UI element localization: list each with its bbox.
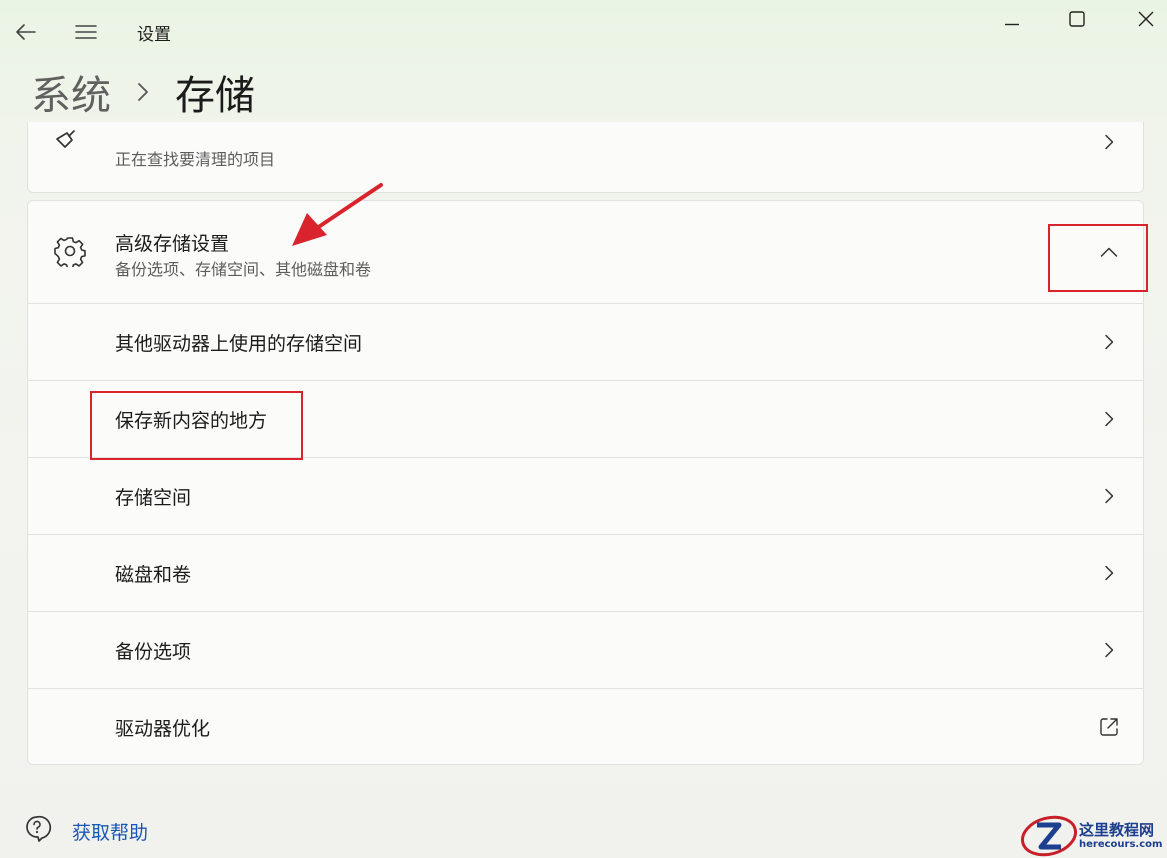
app-title: 设置 bbox=[137, 25, 171, 45]
advanced-storage-group: 高级存储设置 备份选项、存储空间、其他磁盘和卷 其他驱动器上使用的存储空间 保存… bbox=[27, 200, 1144, 765]
chevron-right-icon bbox=[1100, 484, 1118, 508]
back-button[interactable] bbox=[10, 16, 42, 48]
close-icon bbox=[1138, 11, 1154, 27]
list-item-other-drives-storage[interactable]: 其他驱动器上使用的存储空间 bbox=[28, 304, 1143, 381]
get-help-label: 获取帮助 bbox=[72, 821, 149, 844]
advanced-storage-title: 高级存储设置 bbox=[115, 233, 230, 255]
maximize-button[interactable] bbox=[1055, 4, 1099, 34]
chevron-right-icon bbox=[1100, 561, 1118, 585]
close-button[interactable] bbox=[1124, 4, 1167, 34]
get-help-link[interactable]: 获取帮助 bbox=[24, 814, 148, 848]
advanced-storage-subtitle: 备份选项、存储空间、其他磁盘和卷 bbox=[115, 260, 372, 279]
chevron-right-icon bbox=[1100, 638, 1118, 662]
watermark-logo-icon bbox=[1021, 815, 1077, 857]
gear-icon bbox=[54, 235, 86, 271]
title-bar: 设置 bbox=[0, 0, 1167, 60]
page-title: 存储 bbox=[175, 73, 255, 119]
list-item-label: 磁盘和卷 bbox=[115, 563, 192, 586]
list-item-label: 其他驱动器上使用的存储空间 bbox=[115, 332, 363, 355]
watermark-url: herecours.com bbox=[1079, 839, 1163, 850]
chevron-right-icon bbox=[1100, 407, 1118, 431]
minimize-button[interactable] bbox=[990, 4, 1034, 34]
nav-menu-button[interactable] bbox=[70, 16, 102, 48]
help-chat-icon bbox=[24, 814, 54, 848]
chevron-right-icon bbox=[1100, 330, 1118, 354]
cleanup-recommendations-card[interactable]: 正在查找要清理的项目 bbox=[27, 122, 1144, 193]
cleanup-status: 正在查找要清理的项目 bbox=[115, 150, 276, 169]
watermark-title: 这里教程网 bbox=[1079, 821, 1155, 839]
annotation-box-save-locations bbox=[90, 391, 303, 460]
list-item-disks-volumes[interactable]: 磁盘和卷 bbox=[28, 535, 1143, 612]
maximize-icon bbox=[1069, 11, 1085, 27]
list-item-label: 驱动器优化 bbox=[115, 718, 211, 740]
list-item-drive-optimization[interactable]: 驱动器优化 bbox=[28, 689, 1143, 764]
list-item-label: 备份选项 bbox=[115, 640, 192, 663]
annotation-box-expand bbox=[1048, 224, 1148, 292]
list-item-backup-options[interactable]: 备份选项 bbox=[28, 612, 1143, 689]
list-item-label: 存储空间 bbox=[115, 486, 192, 509]
list-item-storage-spaces[interactable]: 存储空间 bbox=[28, 458, 1143, 535]
open-external-icon bbox=[1099, 717, 1119, 741]
watermark: 这里教程网 herecours.com bbox=[1019, 814, 1167, 858]
hamburger-menu-icon bbox=[75, 25, 97, 39]
chevron-right-icon bbox=[1100, 130, 1118, 154]
minimize-icon bbox=[1005, 23, 1019, 26]
back-arrow-icon bbox=[16, 24, 36, 40]
advanced-storage-header[interactable]: 高级存储设置 备份选项、存储空间、其他磁盘和卷 bbox=[28, 201, 1143, 304]
breadcrumb-parent[interactable]: 系统 bbox=[31, 63, 111, 121]
broom-icon bbox=[54, 128, 80, 158]
annotation-arrow bbox=[292, 183, 383, 246]
chevron-right-icon bbox=[137, 82, 149, 102]
breadcrumb: 系统 存储 bbox=[31, 64, 255, 120]
